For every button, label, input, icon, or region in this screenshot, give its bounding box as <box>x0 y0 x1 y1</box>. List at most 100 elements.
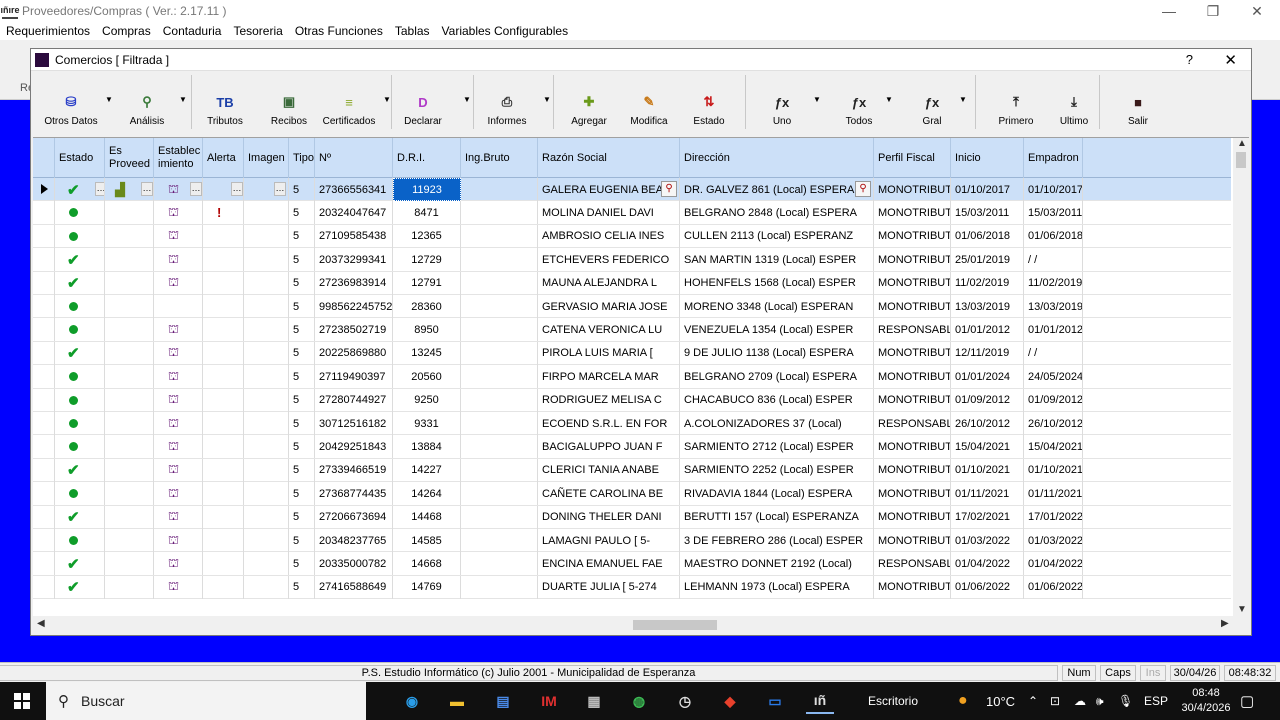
cell-numero[interactable]: 20348237765 <box>315 529 393 552</box>
cell-razon-social[interactable]: DONING THELER DANI <box>538 505 680 529</box>
dropdown-arrow-icon[interactable]: ▼ <box>179 95 187 104</box>
cell-inicio[interactable]: 01/01/2024 <box>951 365 1024 389</box>
cell-imagen[interactable] <box>244 552 289 576</box>
cell-estado[interactable]: ✔ <box>55 505 105 529</box>
cell-estado[interactable] <box>55 295 105 318</box>
cell-numero[interactable]: 20324047647 <box>315 201 393 225</box>
cell-razon-social[interactable]: ENCINA EMANUEL FAE <box>538 552 680 576</box>
cell-alerta[interactable] <box>203 435 244 459</box>
cell-establecimiento[interactable]: ⛫ <box>154 575 203 599</box>
column-header-imagen[interactable]: Imagen <box>244 138 289 178</box>
table-row[interactable]: ✔ ⛫ 5 20225869880 13245 PIROLA LUIS MARIA [9 … <box>33 341 1231 366</box>
column-header-estado[interactable]: Estado <box>55 138 105 178</box>
cell-imagen[interactable] <box>244 435 289 459</box>
cell-establecimiento[interactable]: ⛫ <box>154 224 203 248</box>
cell-establecimiento[interactable]: ⛫ <box>154 529 203 552</box>
cell-dri[interactable]: 14585 <box>393 529 461 552</box>
cell-perfil-fiscal[interactable]: MONOTRIBUT <box>874 575 951 599</box>
cell-ing-bruto[interactable] <box>461 271 538 295</box>
toolbar-button-todos[interactable]: ƒx Todos <box>841 73 877 131</box>
cell-inicio[interactable]: 01/01/2012 <box>951 318 1024 342</box>
cell-perfil-fiscal[interactable]: MONOTRIBUT <box>874 178 951 201</box>
cell-perfil-fiscal[interactable]: RESPONSABLE <box>874 412 951 435</box>
cell-indicator[interactable] <box>33 505 55 529</box>
cell-imagen[interactable] <box>244 505 289 529</box>
horizontal-scroll-thumb[interactable] <box>633 620 717 630</box>
cell-imagen[interactable] <box>244 482 289 506</box>
table-row[interactable]: ✔ ⛫ 5 27236983914 12791 MAUNA ALEJANDRA L HOHE… <box>33 271 1231 295</box>
cell-razon-social[interactable]: FIRPO MARCELA MAR <box>538 365 680 389</box>
column-header-empadron[interactable]: Empadron <box>1024 138 1083 178</box>
cell-imagen[interactable] <box>244 271 289 295</box>
cell-alerta[interactable] <box>203 388 244 412</box>
table-row[interactable]: ⛫ 5 27280744927 9250 RODRIGUEZ MELISA C CHACA… <box>33 388 1231 412</box>
cell-ing-bruto[interactable] <box>461 388 538 412</box>
temperature[interactable]: 10°C <box>986 682 1015 720</box>
cell-alerta[interactable] <box>203 365 244 389</box>
cell-imagen[interactable] <box>244 388 289 412</box>
cell-numero[interactable]: 20335000782 <box>315 552 393 576</box>
cell-imagen[interactable] <box>244 529 289 552</box>
cell-inicio[interactable]: 25/01/2019 <box>951 248 1024 272</box>
cell-perfil-fiscal[interactable]: MONOTRIBUT <box>874 529 951 552</box>
cell-ing-bruto[interactable] <box>461 341 538 365</box>
cell-direccion[interactable]: 3 DE FEBRERO 286 (Local) ESPER <box>680 529 874 552</box>
dropdown-arrow-icon[interactable]: ▼ <box>813 95 821 104</box>
cell-es-proveed[interactable] <box>105 388 154 412</box>
network-icon[interactable]: ⊡ <box>1050 682 1060 720</box>
cell-numero[interactable]: 27416588649 <box>315 575 393 599</box>
cell-inicio[interactable]: 15/04/2021 <box>951 435 1024 459</box>
cell-empadron[interactable]: 01/01/2012 <box>1024 318 1083 342</box>
cell-indicator[interactable] <box>33 552 55 576</box>
cell-empadron[interactable]: 01/04/2022 <box>1024 552 1083 576</box>
cell-establecimiento[interactable]: ⛫ <box>154 458 203 482</box>
anydesk-icon[interactable]: ◆ <box>716 688 744 714</box>
file-explorer-icon[interactable]: ▬ <box>443 688 471 714</box>
cell-empadron[interactable]: 26/10/2012 <box>1024 412 1083 435</box>
cell-numero[interactable]: 27280744927 <box>315 388 393 412</box>
cell-razon-social[interactable]: DUARTE JULIA [ 5-274 <box>538 575 680 599</box>
cell-alerta[interactable] <box>203 224 244 248</box>
cell-imagen[interactable] <box>244 341 289 365</box>
dropdown-arrow-icon[interactable]: ▼ <box>463 95 471 104</box>
cell-alerta[interactable] <box>203 552 244 576</box>
clock[interactable]: 08:48 30/4/2026 <box>1182 682 1231 720</box>
menu-tablas[interactable]: Tablas <box>389 24 436 38</box>
toolbar-button-uno[interactable]: ƒx Uno <box>765 73 799 131</box>
table-row[interactable]: ⛫ 5 30712516182 9331 ECOEND S.R.L. EN FOR A.C… <box>33 412 1231 436</box>
cell-imagen[interactable] <box>244 458 289 482</box>
table-row[interactable]: 5 998562245752 28360 GERVASIO MARIA JOSE MOR… <box>33 295 1231 319</box>
cell-empadron[interactable]: 01/06/2018 <box>1024 224 1083 248</box>
cell-perfil-fiscal[interactable]: MONOTRIBUT <box>874 295 951 318</box>
cell-perfil-fiscal[interactable]: MONOTRIBUT <box>874 388 951 412</box>
toolbar-button-informes[interactable]: ⎙ Informes <box>477 73 537 131</box>
cell-ing-bruto[interactable] <box>461 201 538 225</box>
cell-tipo[interactable]: 5 <box>289 248 315 272</box>
minimize-icon[interactable]: — <box>1146 0 1192 22</box>
cell-estado[interactable]: ✔ <box>55 552 105 576</box>
cell-empadron[interactable]: 01/10/2017 <box>1024 178 1083 201</box>
cell-ing-bruto[interactable] <box>461 295 538 318</box>
cell-tipo[interactable]: 5 <box>289 575 315 599</box>
weather-icon[interactable]: ● <box>958 682 968 720</box>
cell-dri[interactable]: 12729 <box>393 248 461 272</box>
cell-dri[interactable]: 9250 <box>393 388 461 412</box>
ellipsis-button[interactable]: … <box>231 182 243 196</box>
cell-empadron[interactable]: 17/01/2022 <box>1024 505 1083 529</box>
cell-direccion[interactable]: HOHENFELS 1568 (Local) ESPER <box>680 271 874 295</box>
cell-direccion[interactable]: BELGRANO 2709 (Local) ESPERA <box>680 365 874 389</box>
cell-imagen[interactable] <box>244 201 289 225</box>
cell-imagen[interactable] <box>244 248 289 272</box>
cell-es-proveed[interactable] <box>105 482 154 506</box>
cell-numero[interactable]: 27368774435 <box>315 482 393 506</box>
cell-perfil-fiscal[interactable]: MONOTRIBUT <box>874 482 951 506</box>
cell-es-proveed[interactable] <box>105 295 154 318</box>
calculator-icon[interactable]: ▦ <box>580 688 608 714</box>
cell-numero[interactable]: 20429251843 <box>315 435 393 459</box>
dropdown-arrow-icon[interactable]: ▼ <box>885 95 893 104</box>
cell-establecimiento[interactable]: ⛫ <box>154 552 203 576</box>
toolbar-button-otrosdatos[interactable]: ⛁ Otros Datos <box>39 73 103 131</box>
cell-ing-bruto[interactable] <box>461 318 538 342</box>
cell-indicator[interactable] <box>33 435 55 459</box>
cell-ing-bruto[interactable] <box>461 505 538 529</box>
